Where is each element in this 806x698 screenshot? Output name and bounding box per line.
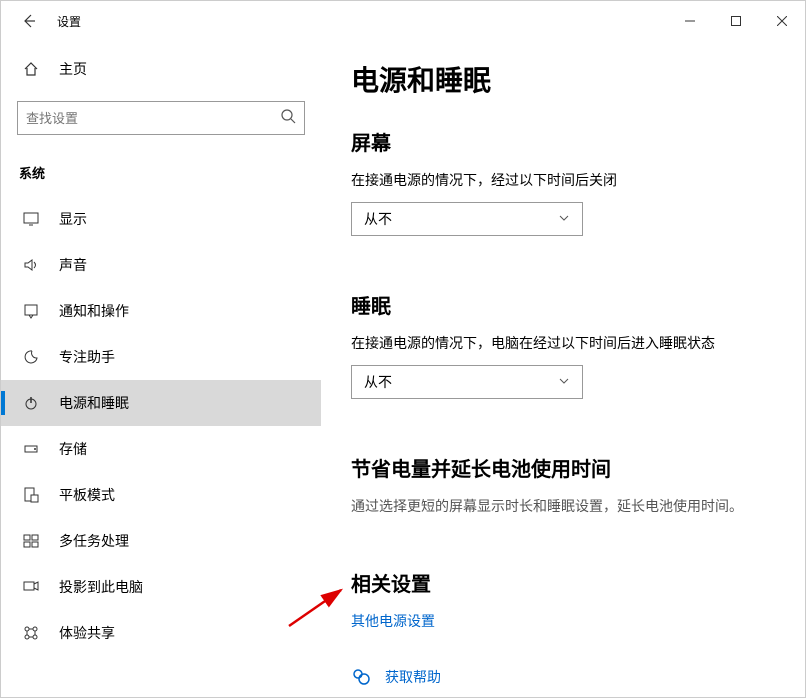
tablet-icon <box>23 487 39 503</box>
storage-icon <box>23 441 39 457</box>
nav-label: 多任务处理 <box>59 531 129 551</box>
notification-icon <box>23 303 39 319</box>
nav-item-project[interactable]: 投影到此电脑 <box>1 564 321 610</box>
battery-desc: 通过选择更短的屏幕显示时长和睡眠设置，延长电池使用时间。 <box>351 496 775 516</box>
chevron-down-icon <box>558 374 570 390</box>
sleep-timeout-value: 从不 <box>364 372 392 392</box>
monitor-icon <box>23 211 39 227</box>
home-icon <box>23 61 39 77</box>
power-icon <box>23 395 39 411</box>
sidebar: 主页 系统 显示 声音 通知和操作 专注助手 电源和睡眠 <box>1 41 321 697</box>
share-icon <box>23 625 39 641</box>
nav-item-sound[interactable]: 声音 <box>1 242 321 288</box>
section-label: 系统 <box>1 155 321 196</box>
moon-icon <box>23 349 39 365</box>
speaker-icon <box>23 257 39 273</box>
nav-label: 体验共享 <box>59 623 115 643</box>
search-input-container[interactable] <box>17 101 305 135</box>
nav-item-storage[interactable]: 存储 <box>1 426 321 472</box>
page-title: 电源和睡眠 <box>351 59 775 99</box>
sleep-desc: 在接通电源的情况下，电脑在经过以下时间后进入睡眠状态 <box>351 333 775 353</box>
minimize-button[interactable] <box>667 5 713 37</box>
get-help-link[interactable]: 获取帮助 <box>351 667 775 687</box>
nav-item-display[interactable]: 显示 <box>1 196 321 242</box>
sleep-section-title: 睡眠 <box>351 290 775 319</box>
sleep-timeout-select[interactable]: 从不 <box>351 365 583 399</box>
battery-section-title: 节省电量并延长电池使用时间 <box>351 453 775 482</box>
nav-label: 专注助手 <box>59 347 115 367</box>
home-label: 主页 <box>59 59 87 79</box>
multitask-icon <box>23 533 39 549</box>
project-icon <box>23 579 39 595</box>
screen-timeout-select[interactable]: 从不 <box>351 202 583 236</box>
get-help-label: 获取帮助 <box>385 667 441 687</box>
screen-timeout-value: 从不 <box>364 209 392 229</box>
other-power-settings-link[interactable]: 其他电源设置 <box>351 611 435 631</box>
back-button[interactable] <box>9 1 49 41</box>
nav-item-power[interactable]: 电源和睡眠 <box>1 380 321 426</box>
nav-item-notifications[interactable]: 通知和操作 <box>1 288 321 334</box>
main-content: 电源和睡眠 屏幕 在接通电源的情况下，经过以下时间后关闭 从不 睡眠 在接通电源… <box>321 41 805 697</box>
nav-label: 显示 <box>59 209 87 229</box>
nav-item-share[interactable]: 体验共享 <box>1 610 321 656</box>
maximize-button[interactable] <box>713 5 759 37</box>
chevron-down-icon <box>558 211 570 227</box>
nav-label: 投影到此电脑 <box>59 577 143 597</box>
nav-label: 存储 <box>59 439 87 459</box>
nav-label: 声音 <box>59 255 87 275</box>
window-title: 设置 <box>57 13 81 30</box>
search-input[interactable] <box>26 111 280 126</box>
screen-desc: 在接通电源的情况下，经过以下时间后关闭 <box>351 170 775 190</box>
home-link[interactable]: 主页 <box>1 49 321 89</box>
related-section-title: 相关设置 <box>351 568 775 597</box>
nav-item-multitask[interactable]: 多任务处理 <box>1 518 321 564</box>
nav-label: 通知和操作 <box>59 301 129 321</box>
close-button[interactable] <box>759 5 805 37</box>
nav-item-focus[interactable]: 专注助手 <box>1 334 321 380</box>
help-icon <box>351 667 371 687</box>
nav-label: 电源和睡眠 <box>59 393 129 413</box>
nav-label: 平板模式 <box>59 485 115 505</box>
screen-section-title: 屏幕 <box>351 127 775 156</box>
search-icon <box>280 108 296 129</box>
nav-item-tablet[interactable]: 平板模式 <box>1 472 321 518</box>
